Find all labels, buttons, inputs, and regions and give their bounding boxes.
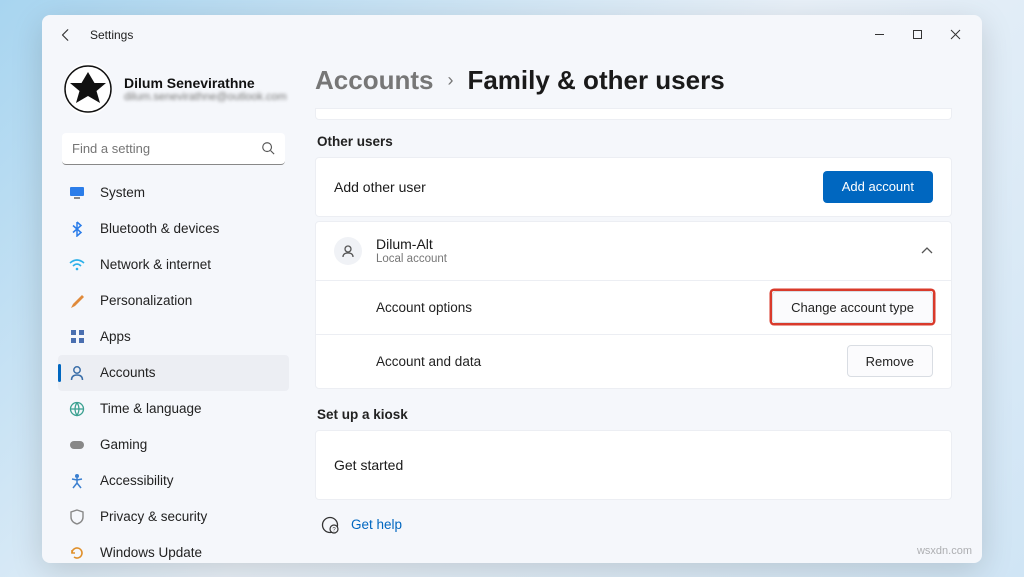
gaming-icon [68,436,86,454]
search-icon [261,141,275,158]
remove-account-button[interactable]: Remove [847,345,933,377]
breadcrumb: Accounts › Family & other users [315,65,952,96]
sidebar-item-system[interactable]: System [58,175,289,211]
help-icon: ? [321,516,339,534]
globe-icon [68,400,86,418]
brush-icon [68,292,86,310]
user-subpanel: Account options Change account type Acco… [316,280,951,388]
sidebar-item-label: Privacy & security [100,509,207,524]
user-account-row[interactable]: Dilum-Alt Local account [316,222,951,280]
nav-list: System Bluetooth & devices Network & int… [58,175,289,563]
main-content: Accounts › Family & other users Other us… [297,55,982,563]
person-icon [334,237,362,265]
sidebar-item-label: Accounts [100,365,156,380]
sidebar-item-label: Windows Update [100,545,202,560]
sidebar-item-update[interactable]: Windows Update [58,535,289,563]
maximize-button[interactable] [898,19,936,51]
search-row [62,133,285,165]
kiosk-card[interactable]: Get started [315,430,952,500]
account-options-row: Account options Change account type [316,280,951,334]
sidebar-item-label: Network & internet [100,257,211,272]
sidebar-item-label: Personalization [100,293,192,308]
wifi-icon [68,256,86,274]
chevron-right-icon: › [447,70,453,91]
sidebar-item-label: Gaming [100,437,147,452]
profile-name: Dilum Senevirathne [124,75,287,91]
user-subtitle: Local account [376,253,909,265]
sidebar-item-accessibility[interactable]: Accessibility [58,463,289,499]
sidebar-item-privacy[interactable]: Privacy & security [58,499,289,535]
breadcrumb-parent[interactable]: Accounts [315,65,433,96]
close-button[interactable] [936,19,974,51]
sidebar-item-time[interactable]: Time & language [58,391,289,427]
profile[interactable]: Dilum Senevirathne dilum.senevirathne@ou… [58,59,289,127]
sidebar-item-accounts[interactable]: Accounts [58,355,289,391]
sidebar: Dilum Senevirathne dilum.senevirathne@ou… [42,55,297,563]
change-account-type-button[interactable]: Change account type [772,291,933,323]
window-controls [860,19,974,51]
other-users-label: Other users [317,134,952,149]
sidebar-item-network[interactable]: Network & internet [58,247,289,283]
help-row: ? Get help [321,516,952,534]
monitor-icon [68,184,86,202]
update-icon [68,544,86,562]
add-user-label: Add other user [334,179,823,195]
account-data-label: Account and data [376,354,847,369]
accessibility-icon [68,472,86,490]
sidebar-item-label: Accessibility [100,473,174,488]
settings-window: Settings Dilum Se [42,15,982,563]
app-title: Settings [90,28,133,42]
search-input[interactable] [62,133,285,165]
titlebar: Settings [42,15,982,55]
sidebar-item-bluetooth[interactable]: Bluetooth & devices [58,211,289,247]
add-account-button[interactable]: Add account [823,171,933,203]
sidebar-item-label: Apps [100,329,131,344]
sidebar-item-label: Bluetooth & devices [100,221,219,236]
account-options-label: Account options [376,300,772,315]
sidebar-item-label: Time & language [100,401,202,416]
back-button[interactable] [50,19,82,51]
breadcrumb-current: Family & other users [467,65,724,96]
person-icon [68,364,86,382]
sidebar-item-apps[interactable]: Apps [58,319,289,355]
sidebar-item-gaming[interactable]: Gaming [58,427,289,463]
user-name: Dilum-Alt [376,236,909,252]
chevron-up-icon [921,243,933,258]
minimize-button[interactable] [860,19,898,51]
apps-icon [68,328,86,346]
watermark: wsxdn.com [917,545,972,557]
kiosk-label: Set up a kiosk [317,407,952,422]
bluetooth-icon [68,220,86,238]
section-strip [315,108,952,120]
shield-icon [68,508,86,526]
add-user-card: Add other user Add account [315,157,952,217]
avatar [64,63,112,115]
account-data-row: Account and data Remove [316,334,951,388]
user-account-card: Dilum-Alt Local account Account options … [315,221,952,389]
get-started-label: Get started [334,457,933,473]
sidebar-item-personalization[interactable]: Personalization [58,283,289,319]
sidebar-item-label: System [100,185,145,200]
get-help-link[interactable]: Get help [351,517,402,532]
profile-email: dilum.senevirathne@outlook.com [124,91,287,103]
